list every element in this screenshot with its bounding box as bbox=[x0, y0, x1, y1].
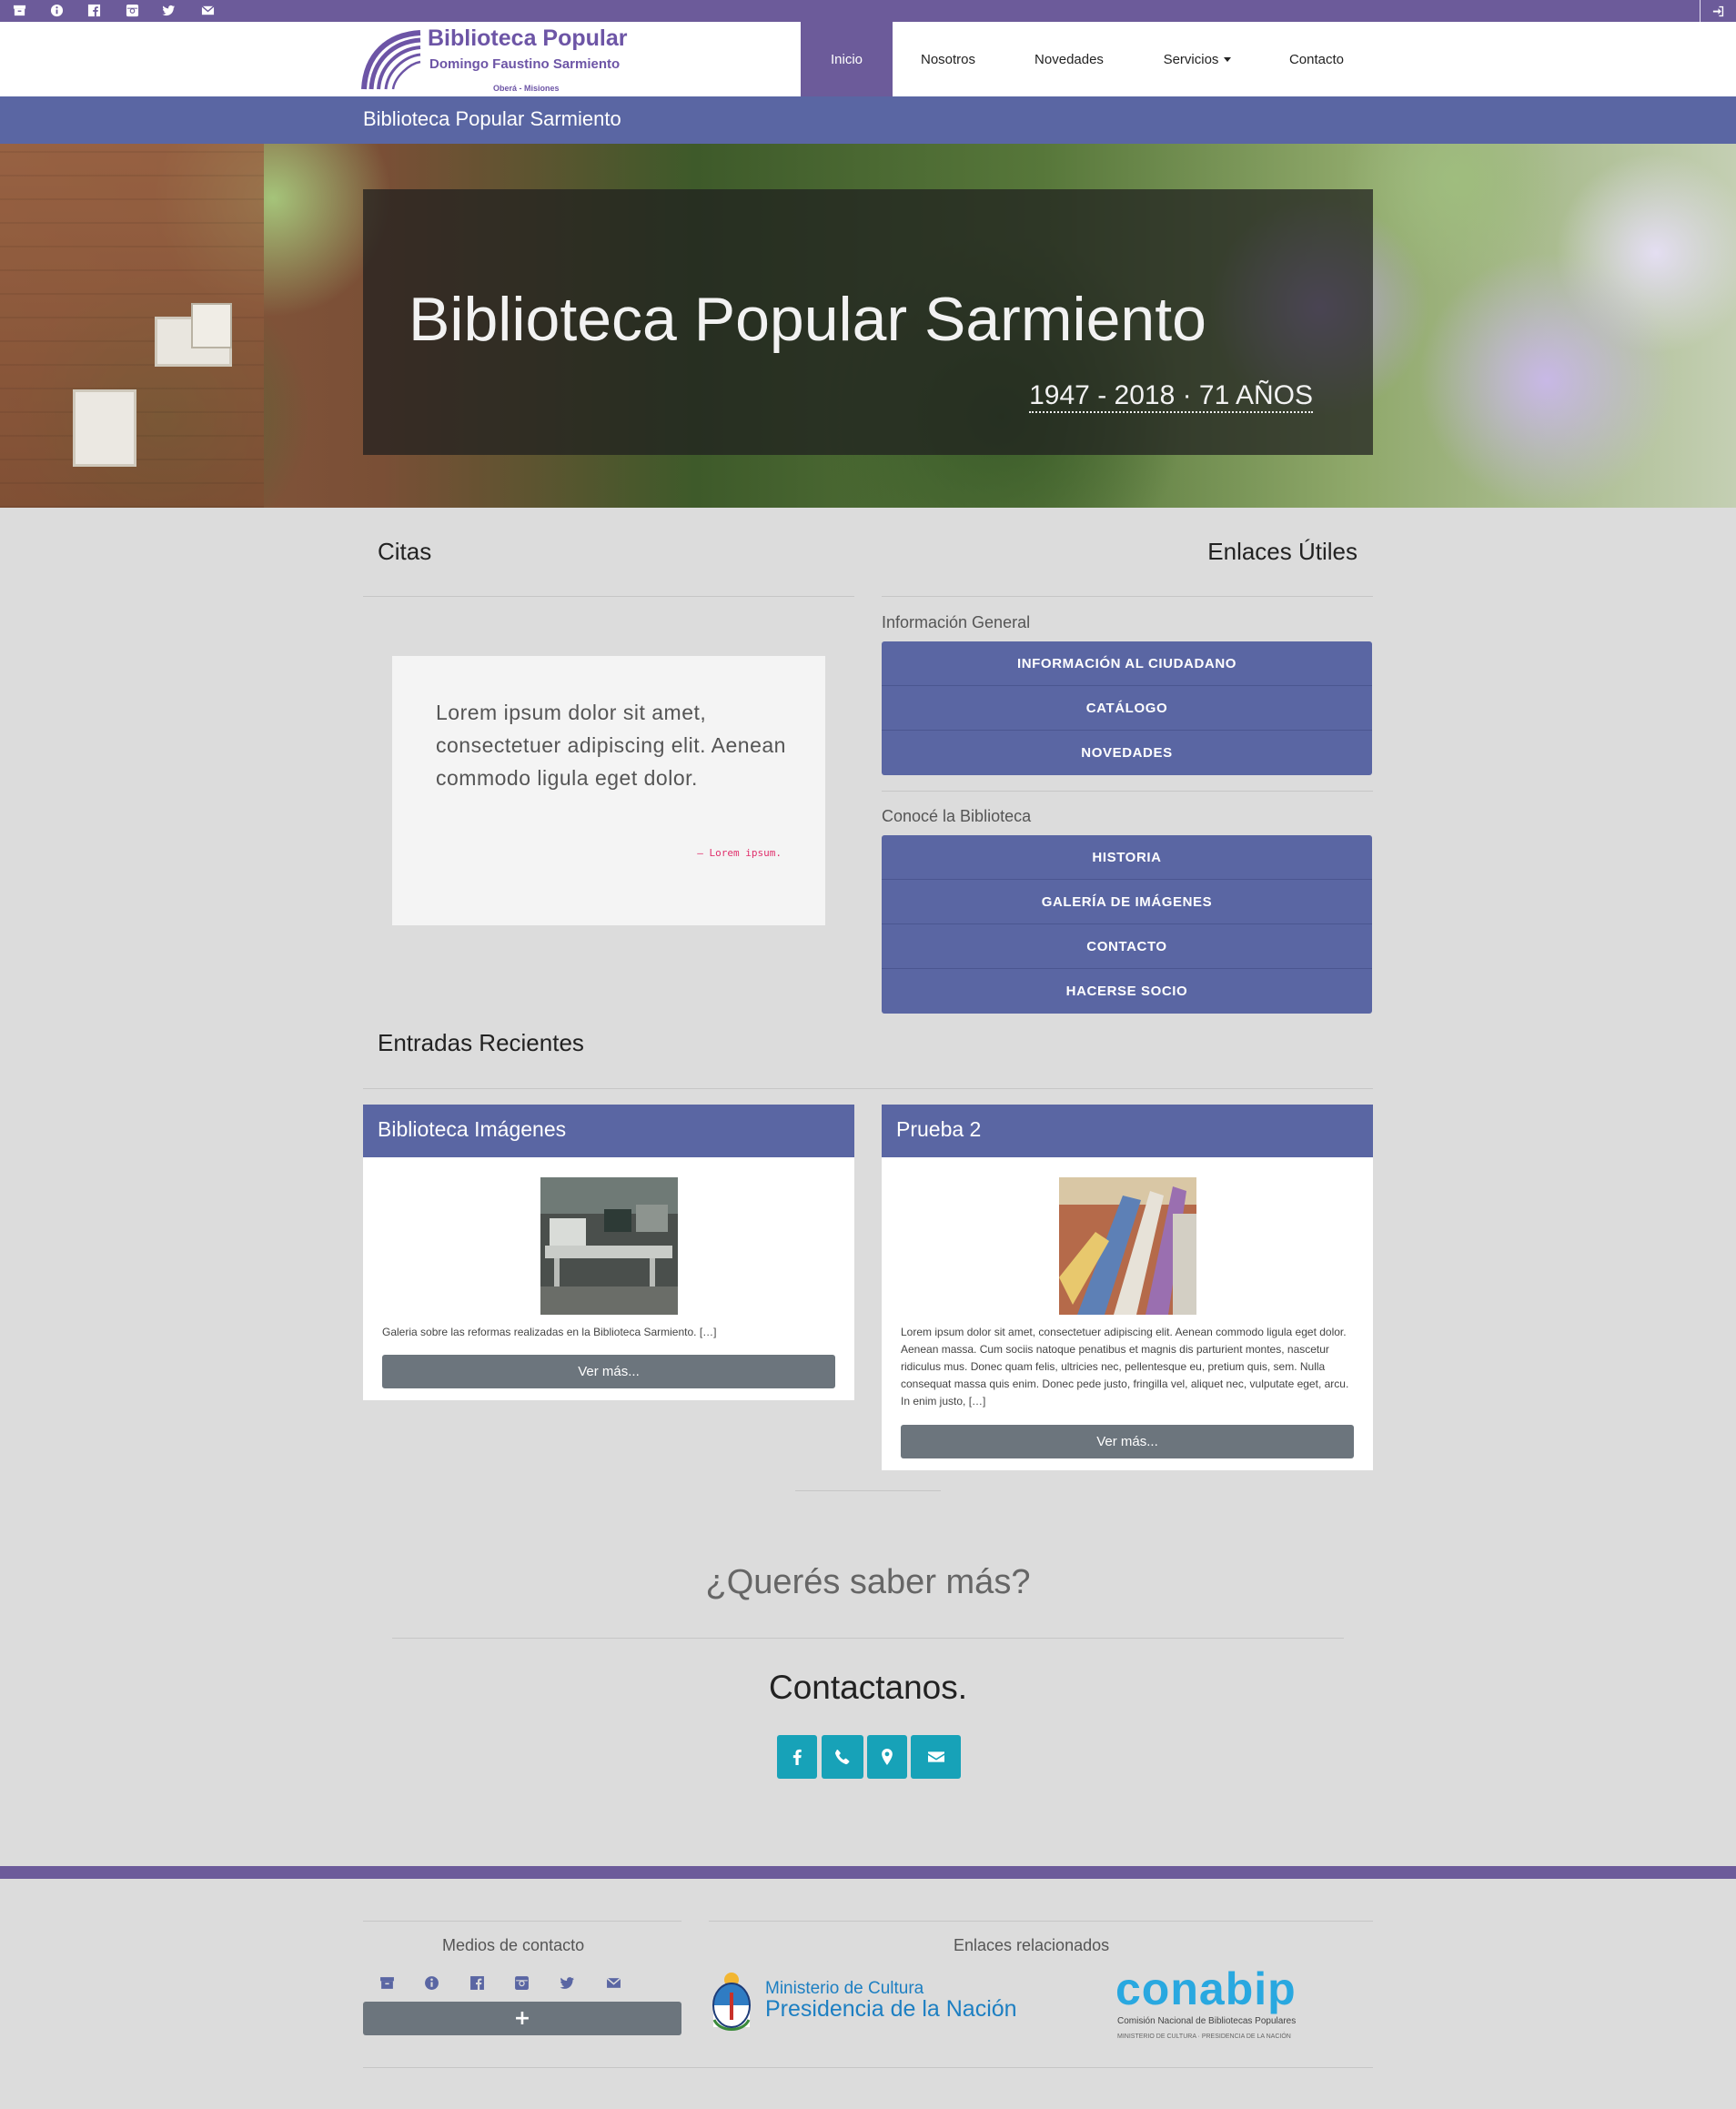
logo-subtitle: Domingo Faustino Sarmiento bbox=[429, 56, 621, 72]
nav-servicios[interactable]: Servicios bbox=[1143, 22, 1252, 96]
divider bbox=[795, 1490, 941, 1491]
post-card: Biblioteca Imágenes Galeria sobre las re… bbox=[363, 1105, 854, 1400]
email-button[interactable] bbox=[911, 1735, 961, 1779]
info-icon[interactable] bbox=[39, 0, 74, 20]
quote-cite: — Lorem ipsum. bbox=[697, 847, 782, 859]
conabip-logo[interactable]: conabip Comisión Nacional de Bibliotecas… bbox=[1115, 1963, 1316, 2045]
link-novedades[interactable]: NOVEDADES bbox=[882, 731, 1372, 775]
facebook-icon[interactable] bbox=[76, 0, 111, 20]
link-informacion-ciudadano[interactable]: INFORMACIÓN AL CIUDADANO bbox=[882, 641, 1372, 686]
subheader: Biblioteca Popular Sarmiento bbox=[0, 96, 1736, 144]
caret-down-icon bbox=[1224, 56, 1232, 62]
link-contacto[interactable]: CONTACTO bbox=[882, 924, 1372, 969]
conabip-wordmark: conabip bbox=[1115, 1963, 1297, 2014]
divider bbox=[709, 1921, 1373, 1922]
instagram-icon[interactable] bbox=[115, 0, 149, 20]
phone-button[interactable] bbox=[822, 1735, 863, 1779]
site-logo[interactable]: Biblioteca Popular Domingo Faustino Sarm… bbox=[360, 25, 651, 93]
link-hacerse-socio[interactable]: HACERSE SOCIO bbox=[882, 969, 1372, 1014]
link-catalogo[interactable]: CATÁLOGO bbox=[882, 686, 1372, 731]
logo-mark-icon bbox=[361, 30, 421, 90]
post-excerpt: Lorem ipsum dolor sit amet, consectetuer… bbox=[901, 1326, 1349, 1408]
post-image[interactable] bbox=[540, 1177, 678, 1315]
medios-label: Medios de contacto bbox=[442, 1936, 585, 1954]
conabip-sub2: MINISTERIO DE CULTURA · PRESIDENCIA DE L… bbox=[1117, 2033, 1291, 2040]
nav-inicio[interactable]: Inicio bbox=[801, 22, 893, 96]
post-title[interactable]: Prueba 2 bbox=[882, 1105, 1373, 1157]
page: Biblioteca Popular Domingo Faustino Sarm… bbox=[0, 0, 1736, 2109]
logo-title: Biblioteca Popular bbox=[428, 25, 628, 51]
mincult-line2: Presidencia de la Nación bbox=[765, 1996, 1017, 2022]
divider bbox=[882, 791, 1373, 792]
mail-icon[interactable] bbox=[600, 1972, 627, 1993]
hero-subtitle: 1947 - 2018 · 71 AÑOS bbox=[1029, 380, 1313, 413]
quote-text: Lorem ipsum dolor sit amet, consectetuer… bbox=[436, 701, 786, 790]
coat-of-arms-icon bbox=[712, 1973, 751, 2031]
hero-photo-plaque bbox=[191, 303, 232, 348]
footer-bar bbox=[0, 1866, 1736, 1879]
post-excerpt: Galeria sobre las reformas realizadas en… bbox=[382, 1326, 717, 1338]
hero-title: Biblioteca Popular Sarmiento bbox=[409, 285, 1206, 354]
phone-icon bbox=[835, 1750, 850, 1765]
archive-icon[interactable] bbox=[373, 1972, 400, 1993]
hero-photo-plaque bbox=[73, 389, 136, 467]
ministerio-cultura-logo[interactable]: Ministerio de Cultura Presidencia de la … bbox=[709, 1965, 1055, 2038]
login-icon[interactable] bbox=[1700, 0, 1736, 22]
quote-card: Lorem ipsum dolor sit amet, consectetuer… bbox=[392, 656, 825, 925]
ver-mas-button[interactable]: Ver más... bbox=[901, 1425, 1354, 1458]
subheader-title: Biblioteca Popular Sarmiento bbox=[363, 107, 621, 130]
facebook-icon[interactable] bbox=[463, 1972, 490, 1993]
location-button[interactable] bbox=[867, 1735, 907, 1779]
facebook-icon bbox=[792, 1749, 802, 1765]
post-image[interactable] bbox=[1059, 1177, 1196, 1315]
group-label-conoce: Conocé la Biblioteca bbox=[882, 807, 1032, 825]
navbar: Biblioteca Popular Domingo Faustino Sarm… bbox=[0, 22, 1736, 96]
post-title[interactable]: Biblioteca Imágenes bbox=[363, 1105, 854, 1157]
info-icon[interactable] bbox=[418, 1972, 445, 1993]
twitter-icon[interactable] bbox=[151, 0, 186, 20]
hero-overlay: Biblioteca Popular Sarmiento 1947 - 2018… bbox=[363, 189, 1373, 455]
divider bbox=[363, 1921, 681, 1922]
link-historia[interactable]: HISTORIA bbox=[882, 835, 1372, 880]
citas-title: Citas bbox=[378, 538, 432, 565]
nav-contacto[interactable]: Contacto bbox=[1263, 22, 1370, 96]
cta-contact: Contactanos. bbox=[768, 1669, 968, 1706]
enlaces-title: Enlaces Útiles bbox=[1207, 538, 1358, 565]
ver-mas-button[interactable]: Ver más... bbox=[382, 1355, 835, 1388]
nav-nosotros[interactable]: Nosotros bbox=[893, 22, 1003, 96]
mail-icon[interactable] bbox=[190, 0, 225, 20]
archive-icon[interactable] bbox=[2, 0, 36, 20]
top-bar bbox=[0, 0, 1736, 22]
logo-location: Oberá - Misiones bbox=[493, 84, 560, 93]
envelope-icon bbox=[927, 1751, 944, 1762]
divider bbox=[363, 2067, 1373, 2068]
conabip-sub1: Comisión Nacional de Bibliotecas Popular… bbox=[1117, 2016, 1297, 2026]
enlaces-relacionados-label: Enlaces relacionados bbox=[954, 1936, 1110, 1954]
twitter-icon[interactable] bbox=[553, 1972, 580, 1993]
divider bbox=[363, 596, 854, 597]
instagram-icon[interactable] bbox=[508, 1972, 535, 1993]
entradas-title: Entradas Recientes bbox=[378, 1029, 584, 1056]
nav-novedades[interactable]: Novedades bbox=[1010, 22, 1128, 96]
divider bbox=[363, 1088, 1373, 1089]
divider bbox=[882, 596, 1373, 597]
hero-banner: Biblioteca Popular Sarmiento 1947 - 2018… bbox=[0, 144, 1736, 508]
divider bbox=[392, 1638, 1344, 1639]
link-galeria[interactable]: GALERÍA DE IMÁGENES bbox=[882, 880, 1372, 924]
nav-servicios-label: Servicios bbox=[1163, 51, 1219, 67]
cta-question: ¿Querés saber más? bbox=[705, 1563, 1031, 1601]
map-marker-icon bbox=[882, 1749, 893, 1765]
group-label-info: Información General bbox=[882, 613, 1031, 631]
more-contact-button[interactable]: + bbox=[363, 2002, 681, 2035]
facebook-button[interactable] bbox=[777, 1735, 817, 1779]
post-card: Prueba 2 Lorem ipsum dolor sit amet, con… bbox=[882, 1105, 1373, 1470]
